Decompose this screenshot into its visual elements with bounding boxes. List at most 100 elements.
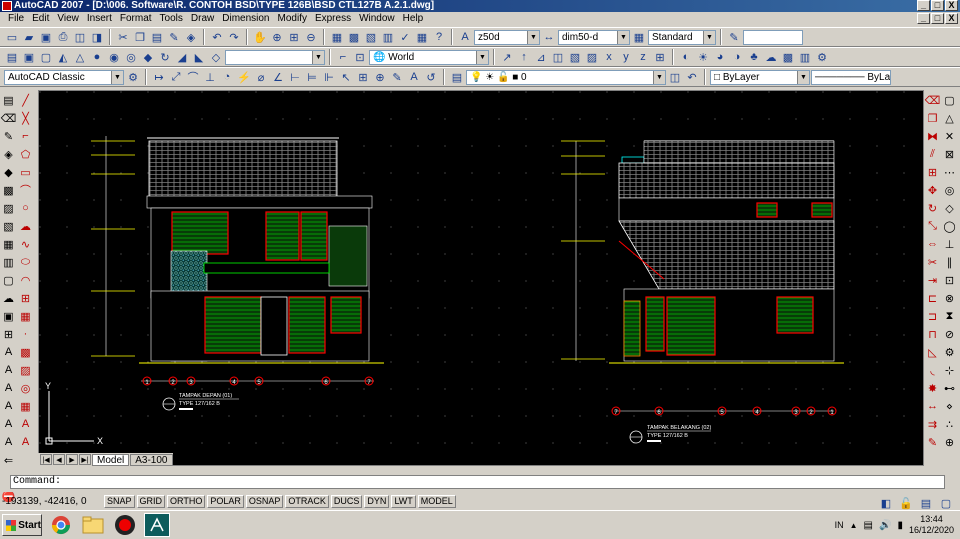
section-icon[interactable]: ◣	[191, 49, 207, 65]
ucs-world-icon[interactable]: ⊡	[352, 49, 368, 65]
osnap-tangent-icon[interactable]: ◯	[942, 218, 958, 234]
scale-text-icon[interactable]: A	[1, 398, 17, 414]
gradient-icon[interactable]: ▨	[1, 200, 17, 216]
statistics-icon[interactable]: ▥	[797, 49, 813, 65]
copy-object-icon[interactable]: ❐	[925, 110, 941, 126]
osnap-node-icon[interactable]: ⊗	[942, 290, 958, 306]
design-center-icon[interactable]: ▩	[346, 29, 362, 45]
osnap-parallel-icon[interactable]: ∥	[942, 254, 958, 270]
status-snap-button[interactable]: SNAP	[104, 495, 135, 508]
block-editor-icon[interactable]: ◈	[183, 29, 199, 45]
scale-icon[interactable]: ⤡	[925, 218, 941, 234]
mtext-icon[interactable]: A	[18, 416, 34, 432]
layer-previous-icon[interactable]: ↶	[684, 69, 700, 85]
text-icon[interactable]: A	[18, 434, 34, 450]
status-model-button[interactable]: MODEL	[417, 495, 456, 508]
point-filter-icon[interactable]: ∴	[942, 416, 958, 432]
lengthen-icon[interactable]: ↔	[925, 398, 941, 414]
status-grid-button[interactable]: GRID	[136, 495, 166, 508]
tab-next-icon[interactable]: ▶	[66, 454, 78, 465]
dim-ordinate-icon[interactable]: ⊥	[202, 69, 218, 85]
menu-express[interactable]: Express	[311, 12, 355, 26]
workspace-settings-icon[interactable]: ⚙	[125, 69, 141, 85]
menu-dimension[interactable]: Dimension	[218, 12, 273, 26]
osnap-none-icon[interactable]: ⊘	[942, 326, 958, 342]
redo-icon[interactable]: ↷	[226, 29, 242, 45]
command-input[interactable]: Command:	[10, 475, 945, 489]
copy-icon[interactable]: ❐	[132, 29, 148, 45]
plot-icon[interactable]: ⎙	[55, 29, 71, 45]
osnap-more-icon[interactable]: ⊕	[942, 434, 958, 450]
circle-icon[interactable]: ○	[18, 200, 34, 216]
materials-icon[interactable]: ◕	[712, 49, 728, 65]
join-icon[interactable]: ⊓	[925, 326, 941, 342]
mid-between-icon[interactable]: ⋄	[942, 398, 958, 414]
fog-icon[interactable]: ☁	[763, 49, 779, 65]
cylinder-icon[interactable]: ◉	[106, 49, 122, 65]
menu-file[interactable]: File	[4, 12, 28, 26]
chrome-icon[interactable]	[48, 513, 74, 537]
named-views-select[interactable]: ▼	[225, 49, 325, 65]
sheet-set-icon[interactable]: ▥	[380, 29, 396, 45]
clean-screen-icon[interactable]: ▢	[938, 495, 954, 511]
spell-icon[interactable]: A	[1, 434, 17, 450]
offset-icon[interactable]: ⫽	[925, 146, 941, 162]
hatch-edit-icon[interactable]: ▥	[1, 254, 17, 270]
arc-icon[interactable]: ⌒	[18, 182, 34, 198]
ucs-apply-icon[interactable]: ⊞	[652, 49, 668, 65]
dimension-style-icon[interactable]: ↔	[541, 29, 557, 45]
layer-select[interactable]: 💡 ☀ 🔓 ■ 0 ▼	[466, 69, 666, 85]
match-icon[interactable]: ✎	[1, 128, 17, 144]
dim-update-icon[interactable]: ↺	[423, 69, 439, 85]
power-icon[interactable]: ▮	[897, 520, 903, 531]
osnap-intersection-icon[interactable]: ✕	[942, 128, 958, 144]
torus-icon[interactable]: ◎	[123, 49, 139, 65]
ucs-x-icon[interactable]: x	[601, 49, 617, 65]
landscape-icon[interactable]: ♣	[746, 49, 762, 65]
point-icon[interactable]: ·	[18, 326, 34, 342]
status-ducs-button[interactable]: DUCS	[330, 495, 363, 508]
break-icon[interactable]: ⊐	[925, 308, 941, 324]
new-icon[interactable]: ▭	[4, 29, 20, 45]
center-mark-icon[interactable]: ⊕	[372, 69, 388, 85]
osnap-midpoint-icon[interactable]: △	[942, 110, 958, 126]
construction-line-icon[interactable]: ╳	[18, 110, 34, 126]
properties-panel-icon[interactable]: ▤	[1, 92, 17, 108]
menu-modify[interactable]: Modify	[274, 12, 311, 26]
rectangle-icon[interactable]: ▭	[18, 164, 34, 180]
gradient-draw-icon[interactable]: ▨	[18, 362, 34, 378]
stretch-icon[interactable]: ⇔	[925, 236, 941, 252]
box-icon[interactable]: ▢	[38, 49, 54, 65]
status-tray-icon[interactable]: ▤	[918, 495, 934, 511]
tab-first-icon[interactable]: |◀	[40, 454, 52, 465]
osnap-apparent-icon[interactable]: ⊠	[942, 146, 958, 162]
linetype-select[interactable]: ─────── ByLayer	[811, 69, 891, 85]
tab-last-icon[interactable]: ▶|	[79, 454, 91, 465]
insert-block-icon[interactable]: ⊞	[18, 290, 34, 306]
pan-icon[interactable]: ✋	[252, 29, 268, 45]
menu-format[interactable]: Format	[116, 12, 156, 26]
open-icon[interactable]: ▰	[21, 29, 37, 45]
autocad-taskbar-icon[interactable]	[144, 513, 170, 537]
extrude-icon[interactable]: ◆	[140, 49, 156, 65]
status-lwt-button[interactable]: LWT	[391, 495, 416, 508]
workspace-select[interactable]: AutoCAD Classic ▼	[4, 69, 124, 85]
help-icon[interactable]: ?	[431, 29, 447, 45]
find-text-icon[interactable]: A	[1, 380, 17, 396]
osnap-insert-icon[interactable]: ⊡	[942, 272, 958, 288]
tab-model[interactable]: Model	[92, 453, 130, 466]
menu-edit[interactable]: Edit	[28, 12, 53, 26]
osnap-perpendicular-icon[interactable]: ⊥	[942, 236, 958, 252]
hatch-draw-icon[interactable]: ▩	[18, 344, 34, 360]
maximize-button[interactable]: □	[931, 0, 944, 11]
dim-linear-icon[interactable]: ↦	[151, 69, 167, 85]
doc-minimize-button[interactable]: _	[917, 13, 930, 24]
hatch-icon[interactable]: ▩	[1, 182, 17, 198]
array-icon[interactable]: ⊞	[925, 164, 941, 180]
wipeout-icon[interactable]: ▢	[1, 272, 17, 288]
empty-style-select[interactable]	[743, 29, 803, 45]
image-icon[interactable]: ▣	[1, 308, 17, 324]
menu-view[interactable]: View	[53, 12, 83, 26]
quick-dim-icon[interactable]: ⊢	[287, 69, 303, 85]
polygon-icon[interactable]: ⬠	[18, 146, 34, 162]
